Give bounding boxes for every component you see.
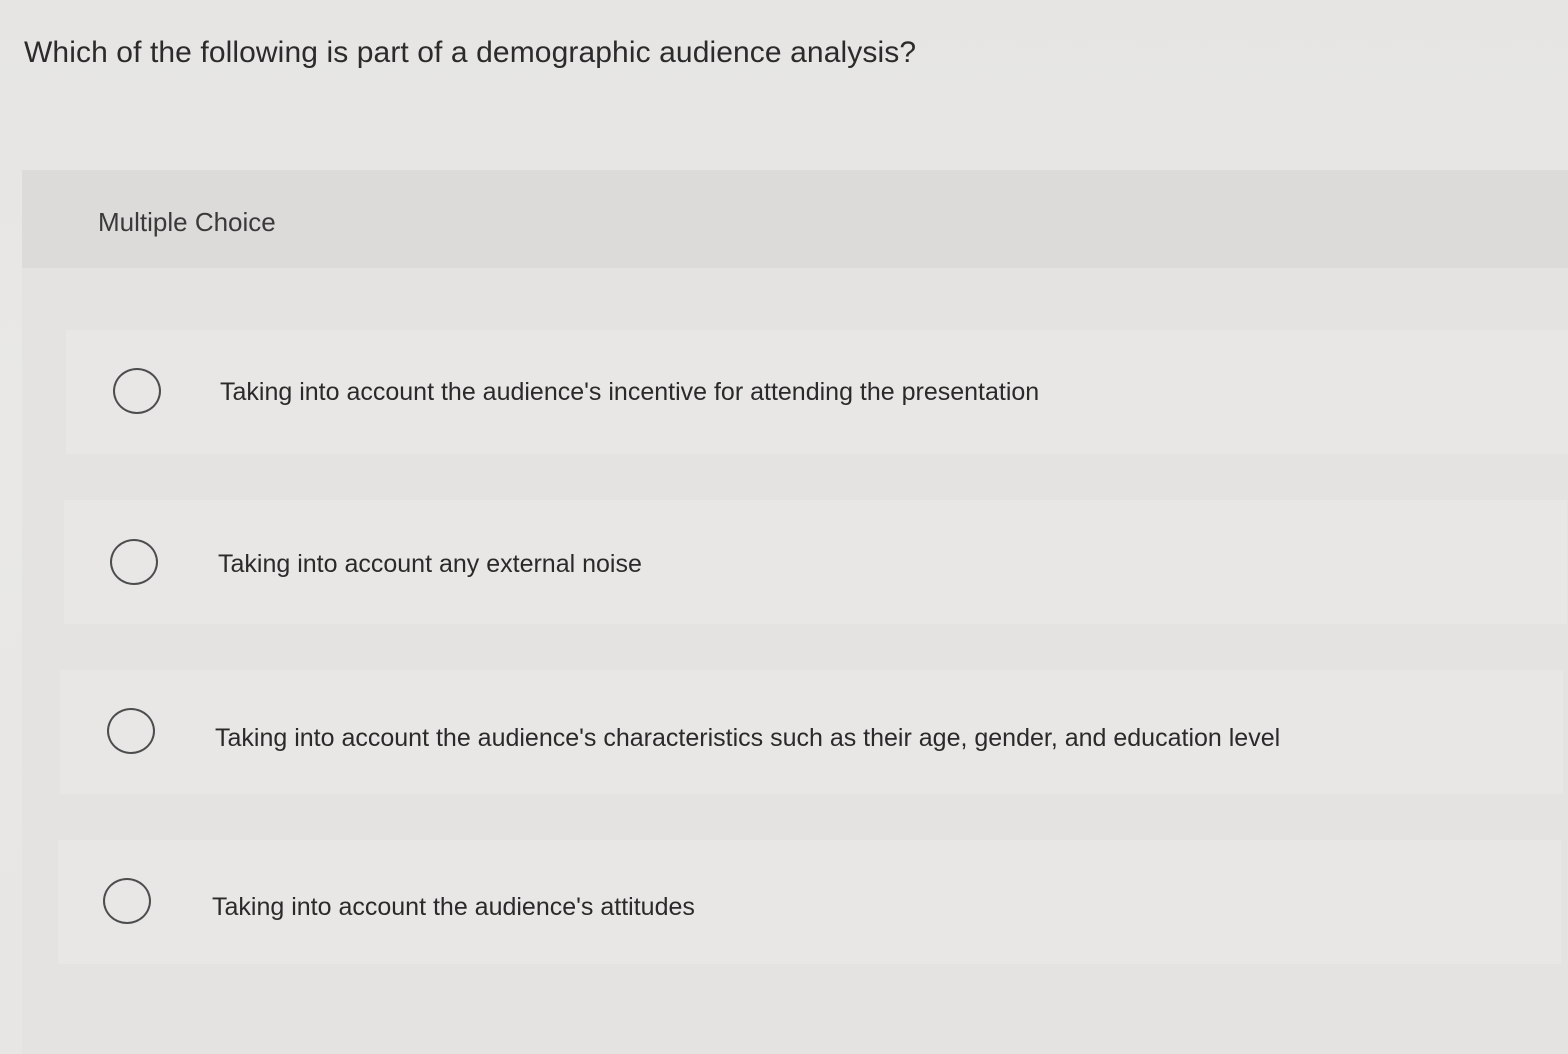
- answer-option-label: Taking into account the audience's chara…: [215, 724, 1281, 752]
- answer-option-label: Taking into account any external noise: [218, 550, 642, 578]
- answer-option-1[interactable]: Taking into account the audience's incen…: [66, 330, 1568, 454]
- radio-button-icon[interactable]: [110, 539, 158, 585]
- question-text: Which of the following is part of a demo…: [24, 36, 917, 69]
- question-type-header: Multiple Choice: [22, 170, 1568, 268]
- answer-option-3[interactable]: Taking into account the audience's chara…: [60, 670, 1563, 794]
- question-type-label: Multiple Choice: [98, 207, 276, 237]
- answer-option-4[interactable]: Taking into account the audience's attit…: [58, 840, 1561, 964]
- answer-option-label: Taking into account the audience's incen…: [220, 378, 1040, 406]
- radio-button-icon[interactable]: [113, 368, 161, 414]
- radio-button-icon[interactable]: [107, 708, 155, 754]
- radio-button-icon[interactable]: [103, 878, 151, 924]
- answer-option-2[interactable]: Taking into account any external noise: [64, 500, 1567, 624]
- answer-option-label: Taking into account the audience's attit…: [212, 893, 695, 921]
